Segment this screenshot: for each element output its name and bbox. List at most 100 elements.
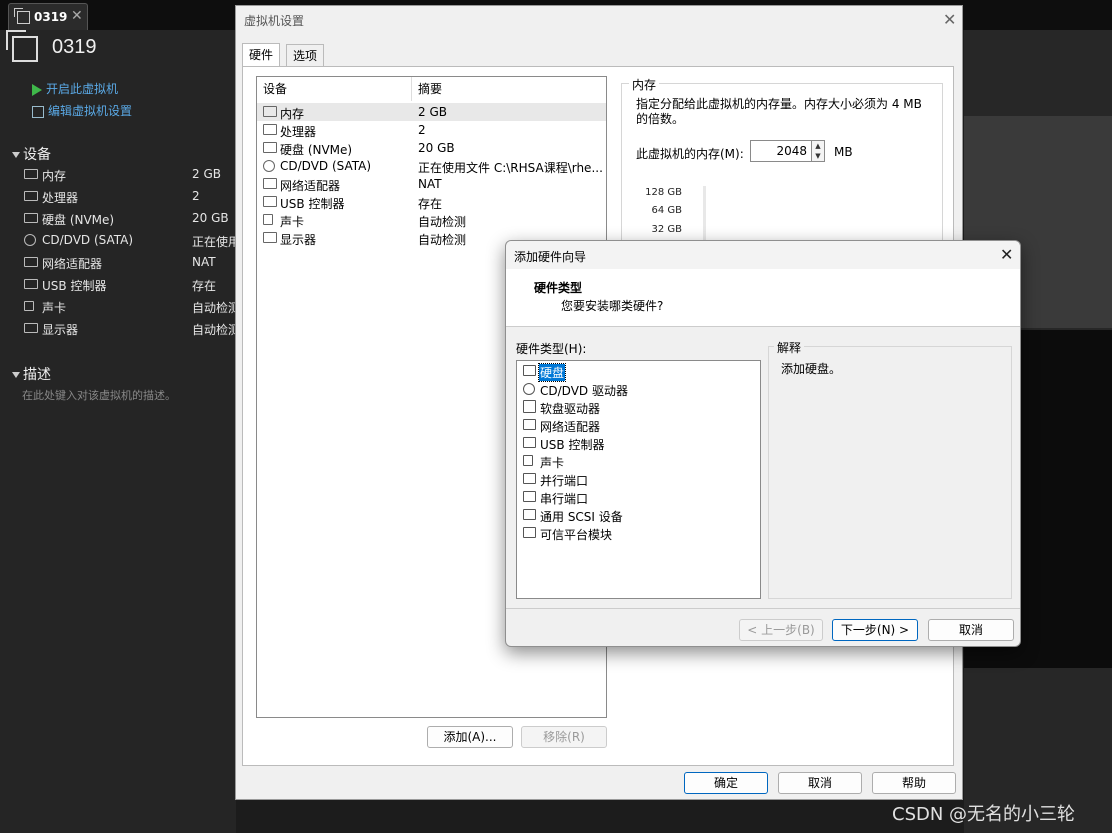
memory-description: 指定分配给此虚拟机的内存量。内存大小必须为 4 MB 的倍数。 <box>636 97 922 126</box>
explanation-group <box>768 346 1012 599</box>
device-value: NAT <box>192 255 216 269</box>
tpm-icon <box>523 527 536 538</box>
device-row-hard-disk[interactable]: 硬盘 (NVMe) 20 GB <box>257 139 606 157</box>
device-row-memory[interactable]: 内存 2 GB <box>257 103 606 121</box>
device-row-cd-dvd[interactable]: CD/DVD (SATA) 正在使用文件 C:\RHSA课程\rhe... <box>257 157 606 175</box>
hard-disk-icon <box>263 142 277 153</box>
devices-section-header[interactable]: 设备 <box>12 144 51 164</box>
vm-device-sound[interactable]: 声卡 自动检测 <box>22 296 236 318</box>
device-name: 显示器 <box>42 323 79 337</box>
vm-device-cd-dvd[interactable]: CD/DVD (SATA) 正在使用 <box>22 230 236 252</box>
description-heading: 描述 <box>23 367 51 383</box>
edit-settings-link[interactable]: 编辑虚拟机设置 <box>32 102 132 119</box>
back-button[interactable]: < 上一步(B) <box>739 619 823 641</box>
memory-slider-track[interactable] <box>703 186 706 246</box>
hw-item-label: 声卡 <box>540 456 565 470</box>
device-name: USB 控制器 <box>42 279 107 293</box>
serial-port-icon <box>523 491 536 502</box>
scsi-icon <box>523 509 536 520</box>
device-row-cpu[interactable]: 处理器 2 <box>257 121 606 139</box>
device-row-sound[interactable]: 声卡 自动检测 <box>257 211 606 229</box>
wizard-cancel-button[interactable]: 取消 <box>928 619 1014 641</box>
device-summary: 存在 <box>418 197 443 211</box>
device-row-usb[interactable]: USB 控制器 存在 <box>257 193 606 211</box>
memory-spinner[interactable]: ▲ ▼ <box>811 140 825 162</box>
column-divider[interactable] <box>411 77 412 101</box>
memory-scale-label: 32 GB <box>651 224 682 235</box>
add-device-button[interactable]: 添加(A)... <box>427 726 513 748</box>
cpu-icon <box>263 124 277 135</box>
description-section-header[interactable]: 描述 <box>12 364 51 384</box>
device-name: USB 控制器 <box>280 197 345 211</box>
cd-dvd-icon <box>263 160 275 172</box>
hw-item-label: 可信平台模块 <box>540 528 613 542</box>
cd-dvd-icon <box>24 234 36 246</box>
sound-icon <box>24 301 34 311</box>
device-value: 自动检测 <box>192 301 236 315</box>
device-name: CD/DVD (SATA) <box>280 159 372 173</box>
device-summary: 2 GB <box>418 105 447 119</box>
tab-hardware[interactable]: 硬件 <box>242 43 281 68</box>
vm-device-memory[interactable]: 内存 2 GB <box>22 164 236 186</box>
watermark: CSDN @无名的小三轮 <box>892 804 1076 825</box>
device-value: 20 GB <box>192 211 229 225</box>
network-icon <box>24 257 38 267</box>
dialog-title: 虚拟机设置 <box>244 14 305 28</box>
vm-device-usb[interactable]: USB 控制器 存在 <box>22 274 236 296</box>
device-summary: 2 <box>418 123 426 137</box>
memory-icon <box>24 169 38 179</box>
device-row-network[interactable]: 网络适配器 NAT <box>257 175 606 193</box>
hw-item-label: USB 控制器 <box>540 438 605 452</box>
tab-options[interactable]: 选项 <box>286 44 325 67</box>
memory-icon <box>263 106 277 117</box>
ok-button[interactable]: 确定 <box>684 772 768 794</box>
device-name: CD/DVD (SATA) <box>42 233 134 247</box>
device-summary: NAT <box>418 177 442 191</box>
close-tab-icon[interactable]: ✕ <box>71 8 83 24</box>
hw-item-label: 并行端口 <box>540 474 589 488</box>
cancel-button[interactable]: 取消 <box>778 772 862 794</box>
hw-item-label: 硬盘 <box>537 363 567 382</box>
vm-device-network[interactable]: 网络适配器 NAT <box>22 252 236 274</box>
sound-icon <box>263 214 273 225</box>
usb-icon <box>24 279 38 289</box>
device-value: 2 <box>192 189 200 203</box>
devices-heading: 设备 <box>23 147 51 163</box>
remove-device-button[interactable]: 移除(R) <box>521 726 607 748</box>
vm-large-icon <box>6 30 38 62</box>
device-summary: 20 GB <box>418 141 455 155</box>
column-header-summary[interactable]: 摘要 <box>418 77 442 101</box>
close-icon[interactable]: ✕ <box>943 10 956 29</box>
next-button[interactable]: 下一步(N) > <box>832 619 918 641</box>
hard-disk-icon <box>523 365 536 376</box>
memory-size-input[interactable]: 2048 <box>750 140 812 162</box>
explanation-text: 添加硬盘。 <box>781 362 842 376</box>
description-input[interactable]: 在此处键入对该虚拟机的描述。 <box>22 387 176 403</box>
vm-device-cpu[interactable]: 处理器 2 <box>22 186 236 208</box>
vm-icon <box>14 8 30 24</box>
device-name: 内存 <box>280 107 305 121</box>
column-header-device[interactable]: 设备 <box>263 77 287 101</box>
wizard-subheading: 您要安装哪类硬件? <box>561 299 664 313</box>
add-hardware-wizard: 添加硬件向导 ✕ 硬件类型 您要安装哪类硬件? 硬件类型(H): 硬盘 CD/D… <box>505 240 1021 647</box>
device-value: 正在使用 <box>192 235 236 249</box>
device-name: 网络适配器 <box>280 179 341 193</box>
device-name: 内存 <box>42 169 67 183</box>
display-icon <box>263 232 277 243</box>
vm-tab[interactable]: 0319 ✕ <box>8 3 88 31</box>
memory-group-title: 内存 <box>629 76 660 93</box>
vm-device-display[interactable]: 显示器 自动检测 <box>22 318 236 340</box>
expand-triangle-icon <box>12 372 20 378</box>
vm-device-hard-disk[interactable]: 硬盘 (NVMe) 20 GB <box>22 208 236 230</box>
edit-settings-label: 编辑虚拟机设置 <box>48 104 133 118</box>
close-icon[interactable]: ✕ <box>1000 245 1013 264</box>
network-icon <box>263 178 277 189</box>
vm-tab-label: 0319 <box>34 10 68 24</box>
device-name: 处理器 <box>280 125 317 139</box>
power-on-link[interactable]: 开启此虚拟机 <box>32 80 118 97</box>
help-button[interactable]: 帮助 <box>872 772 956 794</box>
cpu-icon <box>24 191 38 201</box>
memory-unit: MB <box>834 145 853 159</box>
usb-icon <box>523 437 536 448</box>
wizard-heading: 硬件类型 <box>534 281 583 295</box>
